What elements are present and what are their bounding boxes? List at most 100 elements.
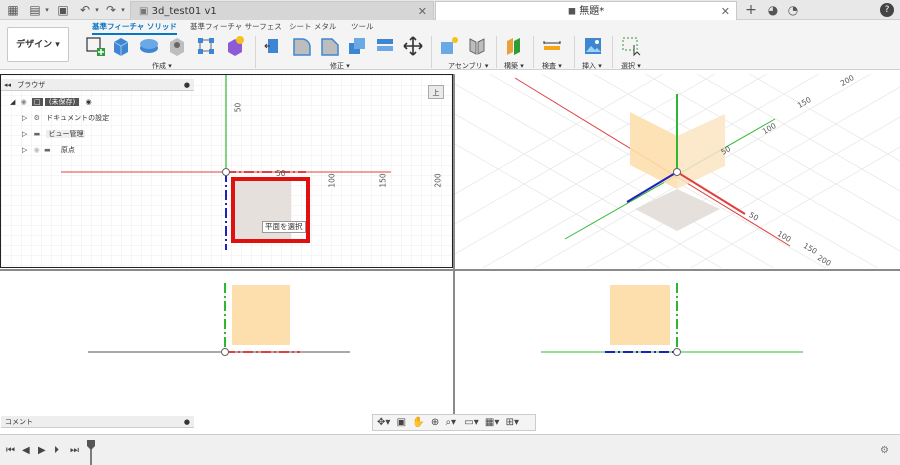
move-icon[interactable] [402,35,424,57]
browser-header: ◂◂ ブラウザ ● [1,79,194,91]
save-icon[interactable]: ▣ [56,3,70,17]
grid-settings-icon[interactable]: ▦▾ [485,417,499,428]
viewport-iso[interactable]: 200 150 100 50 50 100 150 200 [455,74,900,268]
group-divider [612,36,613,68]
extrude-icon[interactable] [110,35,132,57]
orbit-icon[interactable]: ✥▾ [377,417,390,428]
insert-group-label[interactable]: 挿入 ▾ [582,61,602,71]
selection-highlight [231,177,310,243]
data-panel-icon[interactable]: ◕ [766,3,780,17]
display-settings-icon[interactable]: ▭▾ [464,417,478,428]
step-forward-icon[interactable]: ⏵ [54,445,59,456]
viewports-icon[interactable]: ⊞▾ [506,417,519,428]
tree-item-label: ドキュメントの設定 [46,114,110,122]
folder-icon: ▬ [33,130,41,138]
create-sketch-icon[interactable] [84,35,106,57]
axis-label: 150 [378,173,388,188]
create-form-icon[interactable] [224,35,246,57]
press-pull-icon[interactable] [262,35,284,57]
help-icon[interactable]: ? [880,3,894,17]
viewport-right[interactable] [455,271,900,431]
job-status-icon[interactable]: ◔ [786,3,800,17]
go-to-end-icon[interactable]: ⏭ [70,445,79,456]
revolve-icon[interactable] [138,35,160,57]
visibility-icon[interactable]: ◉ [34,146,40,154]
gear-icon[interactable]: ⚙ [880,445,889,456]
zoom-icon[interactable]: ⊕ [431,417,439,428]
go-to-start-icon[interactable]: ⏮ [6,445,15,456]
collapse-triangle-icon[interactable]: ◢ [10,98,15,106]
group-divider [533,36,534,68]
tree-item-named-views[interactable]: ▷ ▬ ビュー管理 [22,128,86,140]
tab-3d-test01[interactable]: ▣ 3d_test01 v1 ✕ [130,1,434,20]
tab-tools[interactable]: ツール [351,21,374,32]
pan-icon[interactable]: ✋ [412,417,424,428]
new-component-icon[interactable] [438,35,460,57]
pattern-icon[interactable] [195,35,217,57]
view-cube[interactable]: 上 [428,85,444,99]
tree-item-origin[interactable]: ▷ ◉ ▬ 原点 [22,144,75,156]
viewport-front[interactable] [0,271,453,431]
app-menu-icon[interactable]: ▦ [6,3,20,17]
redo-dropdown-icon[interactable]: ▾ [116,3,130,17]
chamfer-icon[interactable] [318,35,340,57]
tree-item-label: 原点 [60,146,75,154]
expand-triangle-icon[interactable]: ▷ [22,130,27,138]
timeline: ⏮ ◀ ▶ ⏵ ⏭ ⚙ [0,434,900,465]
close-icon[interactable]: ✕ [418,2,427,21]
tree-root[interactable]: ◢ ◉ □ (未保存) ◉ [10,96,92,108]
insert-image-icon[interactable] [582,35,604,57]
tab-label: 無題* [579,6,605,17]
gear-icon: ⚙ [33,114,40,122]
workspace-switcher-button[interactable]: デザイン ▾ [7,27,69,62]
fit-icon[interactable]: ⌕▾ [445,417,456,428]
tab-untitled[interactable]: ◼ 無題* ✕ [435,1,737,20]
activate-radio-icon[interactable]: ◉ [86,98,92,106]
tab-surface[interactable]: 基準フィーチャ サーフェス [190,21,282,32]
tree-item-document-settings[interactable]: ▷ ⚙ ドキュメントの設定 [22,112,109,124]
play-icon[interactable]: ▶ [38,445,46,456]
modify-group-label[interactable]: 修正 ▾ [330,61,350,71]
look-at-icon[interactable]: ▣ [397,417,406,428]
step-back-icon[interactable]: ◀ [22,445,30,456]
shell-icon[interactable] [346,35,368,57]
close-icon[interactable]: ✕ [721,2,730,21]
select-icon[interactable] [620,35,642,57]
part-icon: ◼ [567,6,580,17]
tab-solid[interactable]: 基準フィーチャ ソリッド [92,21,177,35]
visibility-icon[interactable]: ◉ [21,98,27,106]
timeline-marker[interactable] [86,439,96,465]
axis-label: 50 [233,102,243,113]
folder-icon: ▬ [43,146,51,154]
comments-header[interactable]: コメント ● [1,416,194,428]
measure-icon[interactable] [541,35,563,57]
tree-item-label: ビュー管理 [46,130,86,138]
iso-grid-canvas [455,74,900,268]
collapse-icon[interactable]: ◂◂ [4,81,11,89]
file-dropdown-icon[interactable]: ▾ [40,3,54,17]
component-icon: □ [31,98,43,106]
right-canvas [541,283,803,356]
hole-icon[interactable] [166,35,188,57]
construct-group-label[interactable]: 構築 ▾ [504,61,524,71]
close-icon[interactable]: ● [184,416,190,428]
select-group-label[interactable]: 選択 ▾ [621,61,641,71]
joint-icon[interactable] [466,35,488,57]
new-tab-icon[interactable]: + [744,3,758,17]
front-canvas [88,283,350,356]
tab-sheet-metal[interactable]: シート メタル [289,21,336,32]
create-group-label[interactable]: 作成 ▾ [152,61,172,71]
group-divider [574,36,575,68]
inspect-group-label[interactable]: 検査 ▾ [542,61,562,71]
expand-triangle-icon[interactable]: ▷ [22,114,27,122]
close-icon[interactable]: ● [184,79,190,91]
group-divider [496,36,497,68]
title-bar: ▦ ▤ ▾ ▣ ↶ ▾ ↷ ▾ ▣ 3d_test01 v1 ✕ ◼ 無題* ✕… [0,0,900,20]
undo-dropdown-icon[interactable]: ▾ [90,3,104,17]
combine-icon[interactable] [374,35,396,57]
fillet-icon[interactable] [290,35,312,57]
offset-plane-icon[interactable] [503,35,525,57]
expand-triangle-icon[interactable]: ▷ [22,146,27,154]
axis-label: 100 [327,173,337,188]
assemble-group-label[interactable]: アセンブリ ▾ [448,61,488,71]
